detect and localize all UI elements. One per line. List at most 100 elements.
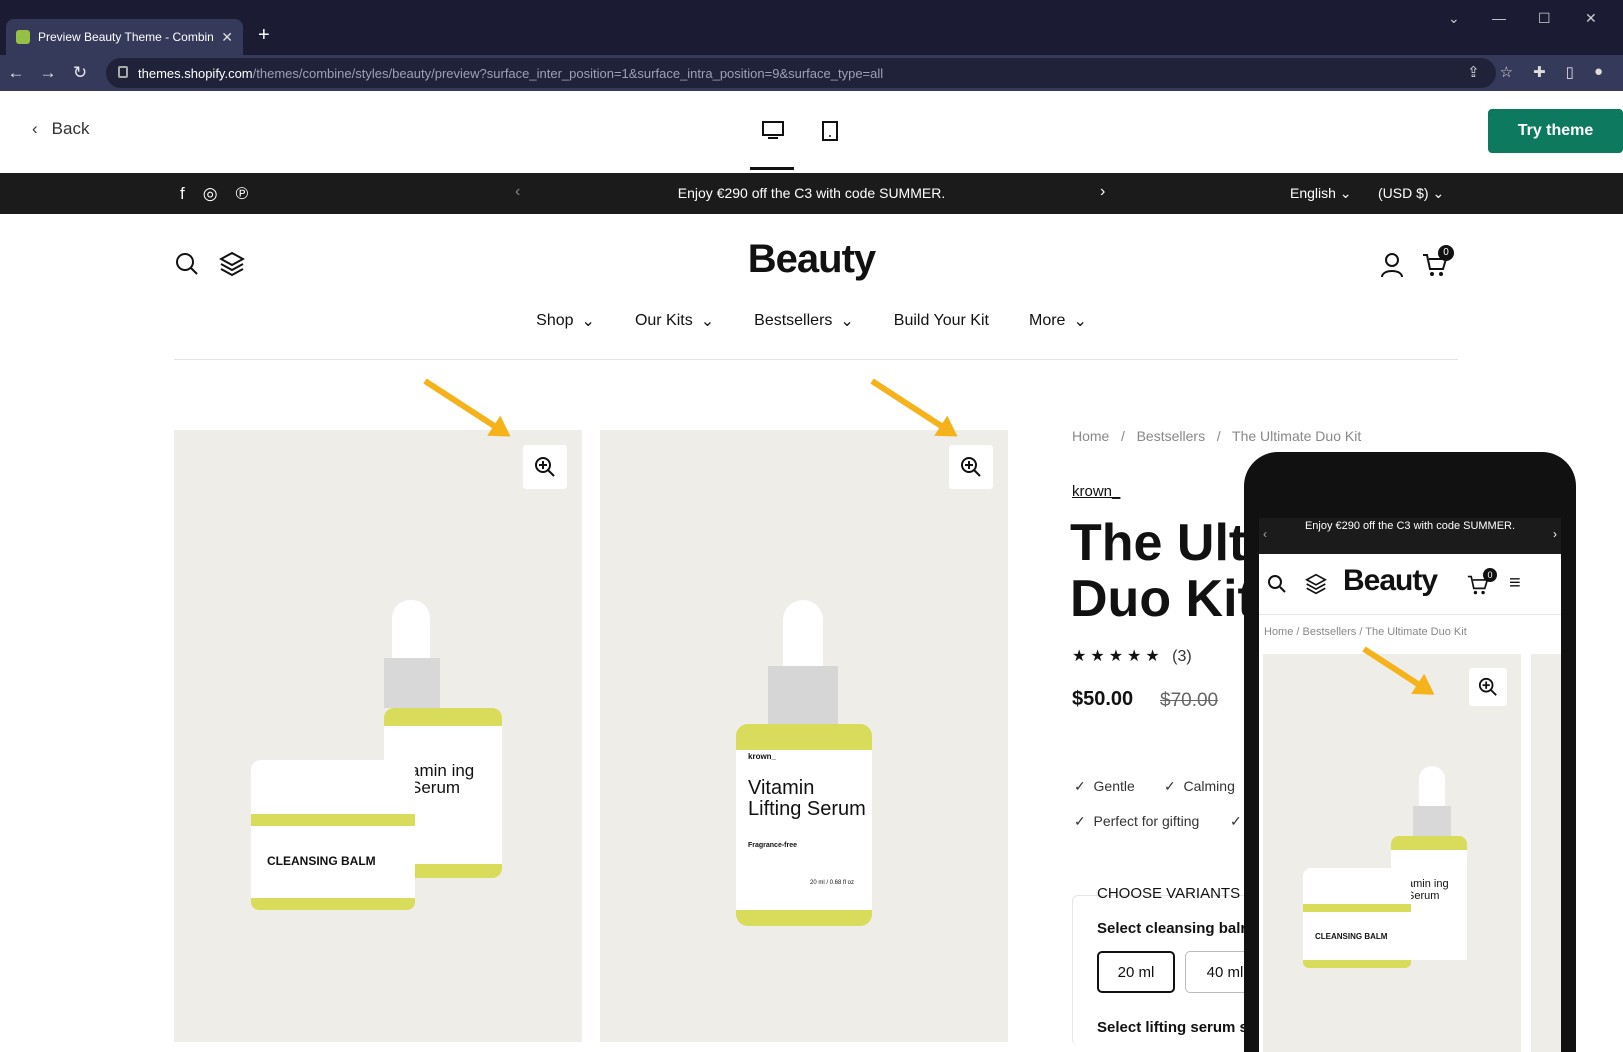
product-image-1[interactable]: amin ing Serum CLEANSING BALM [174,430,582,1042]
mobile-store-logo[interactable]: Beauty [1343,564,1438,598]
breadcrumb-current: The Ultimate Duo Kit [1232,428,1362,444]
nav-item-more[interactable]: More ⌄ [1029,311,1087,331]
announcement-bar: f ◎ ℗ ‹ Enjoy €290 off the C3 with code … [0,173,1623,214]
announcement-next-icon[interactable]: › [1100,183,1105,201]
feature-check-icon: ✓ [1230,813,1242,829]
active-device-indicator [750,167,794,170]
close-window-icon[interactable]: ✕ [1585,10,1597,27]
chevron-down-icon: ⌄ [1073,313,1087,330]
sidepanel-icon[interactable]: ▯ [1566,63,1574,81]
share-icon[interactable]: ⇪ [1467,63,1480,81]
feature-gifting: ✓ Perfect for gifting [1074,813,1200,829]
close-tab-icon[interactable]: ✕ [221,29,233,46]
bottle-collar [1413,806,1451,838]
chevron-down-icon: ⌄ [840,313,854,330]
bottle-collar [768,666,838,726]
url-path: /themes/combine/styles/beauty/preview?su… [252,65,884,81]
language-label: English [1290,185,1336,201]
address-bar-row: ← → ↻ themes.shopify.com /themes/combine… [0,55,1623,91]
bottle-label-text: amin ing Serum [1407,878,1449,902]
theme-preview-bar: ‹ Back Try theme [0,91,1623,173]
jar-body: CLEANSING BALM [1303,912,1411,962]
bottle-shoulder [1391,836,1467,850]
forward-arrow-icon[interactable]: → [32,63,64,83]
main-navigation: Shop ⌄ Our Kits ⌄ Bestsellers ⌄ Build Your … [0,311,1623,331]
feature-label: Perfect for gifting [1093,813,1200,829]
feature-label: Gentle [1093,778,1135,794]
mobile-product-image[interactable]: amin ing Serum CLEANSING BALM [1263,654,1521,1052]
bottle-sub-label: Fragrance-free [748,842,798,849]
try-theme-button[interactable]: Try theme [1488,109,1623,153]
choose-variants-heading: CHOOSE VARIANTS [1097,885,1241,902]
bottle-collar [384,658,440,708]
tab-search-icon[interactable]: ⌄ [1448,10,1460,27]
product-image-2[interactable]: krown_ Vitamin Lifting Serum Fragrance-f… [600,430,1008,1042]
chevron-left-icon: ‹ [32,119,38,138]
nav-label: Bestsellers [754,312,833,329]
language-selector[interactable]: English ⌄ [1290,185,1352,202]
zoom-icon[interactable] [1469,668,1507,706]
bottle-size-label: 20 ml / 0.68 fl oz [810,880,855,886]
browser-tab[interactable]: Preview Beauty Theme - Combin ✕ [6,19,243,55]
mobile-preview-screen: ‹ Enjoy €290 off the C3 with code SUMMER… [1259,518,1561,1052]
compare-at-price: $70.00 [1160,690,1219,711]
back-arrow-icon[interactable]: ← [0,63,32,83]
currency-selector[interactable]: (USD $) ⌄ [1378,185,1444,202]
chevron-right-icon[interactable]: › [1553,528,1557,541]
header-divider [174,359,1458,360]
cart-count-badge: 0 [1438,245,1454,261]
lock-icon [118,66,128,78]
review-count: (3) [1172,648,1192,665]
profile-icon[interactable]: ● [1594,63,1603,81]
nav-label: Our Kits [634,312,693,329]
new-tab-icon[interactable]: + [258,24,270,47]
url-field[interactable]: themes.shopify.com /themes/combine/style… [106,58,1496,88]
mobile-breadcrumb: Home / Bestsellers / The Ultimate Duo Ki… [1264,626,1467,638]
dropper-cap [392,600,430,662]
feature-calming: ✓ Calming [1164,778,1235,794]
url-host: themes.shopify.com [138,65,253,81]
maximize-icon[interactable]: ☐ [1538,10,1551,27]
breadcrumb-home[interactable]: Home [1072,428,1109,444]
jar-band-bottom [251,898,415,910]
currency-label: (USD $) [1378,185,1429,201]
jar-lid [1303,868,1411,906]
minimize-icon[interactable]: — [1492,10,1506,26]
variant-20ml-button[interactable]: 20 ml [1097,951,1175,993]
breadcrumb-bestsellers[interactable]: Bestsellers [1137,428,1205,444]
zoom-icon[interactable] [949,445,993,489]
bottle-label-text: amin ing Serum [410,761,475,797]
rating-stars[interactable]: ★★★★★ (3) [1072,646,1192,666]
mobile-header-divider [1259,614,1561,615]
nav-item-our-kits[interactable]: Our Kits ⌄ [635,311,714,331]
hamburger-menu-icon[interactable]: ≡ [1509,572,1521,595]
kit-builder-icon[interactable] [1304,573,1328,600]
cart-count-badge: 0 [1483,568,1497,582]
bookmark-star-icon[interactable]: ☆ [1500,63,1513,81]
product-vendor[interactable]: krown_ [1072,483,1120,500]
desktop-view-icon[interactable] [762,121,784,146]
bottle-base [736,910,872,926]
nav-item-bestsellers[interactable]: Bestsellers ⌄ [754,311,854,331]
annotation-arrow [870,378,950,433]
star-icons: ★★★★★ [1072,648,1164,665]
variant-label-cleansing: Select cleansing balr [1097,920,1247,937]
nav-item-shop[interactable]: Shop ⌄ [536,311,595,331]
back-button[interactable]: ‹ Back [32,119,89,139]
search-icon[interactable] [1267,574,1287,599]
annotation-arrow [423,378,503,433]
mobile-header: Beauty 0 ≡ [1259,554,1561,614]
nav-item-build-your-kit[interactable]: Build Your Kit [894,311,989,331]
extensions-icon[interactable]: ✚ [1533,63,1546,81]
jar-band-top [1303,904,1411,912]
jar-body: CLEANSING BALM [251,826,415,900]
zoom-icon[interactable] [523,445,567,489]
reload-icon[interactable]: ↻ [64,63,96,83]
chevron-left-icon[interactable]: ‹ [1263,528,1267,541]
feature-gentle: ✓ Gentle [1074,778,1135,794]
account-icon[interactable] [1380,252,1404,284]
mobile-view-icon[interactable] [822,121,838,146]
browser-titlebar: Preview Beauty Theme - Combin ✕ + ⌄ — ☐ … [0,0,1623,55]
bottle-shoulder [736,724,872,752]
dropper-cap [1419,766,1445,810]
